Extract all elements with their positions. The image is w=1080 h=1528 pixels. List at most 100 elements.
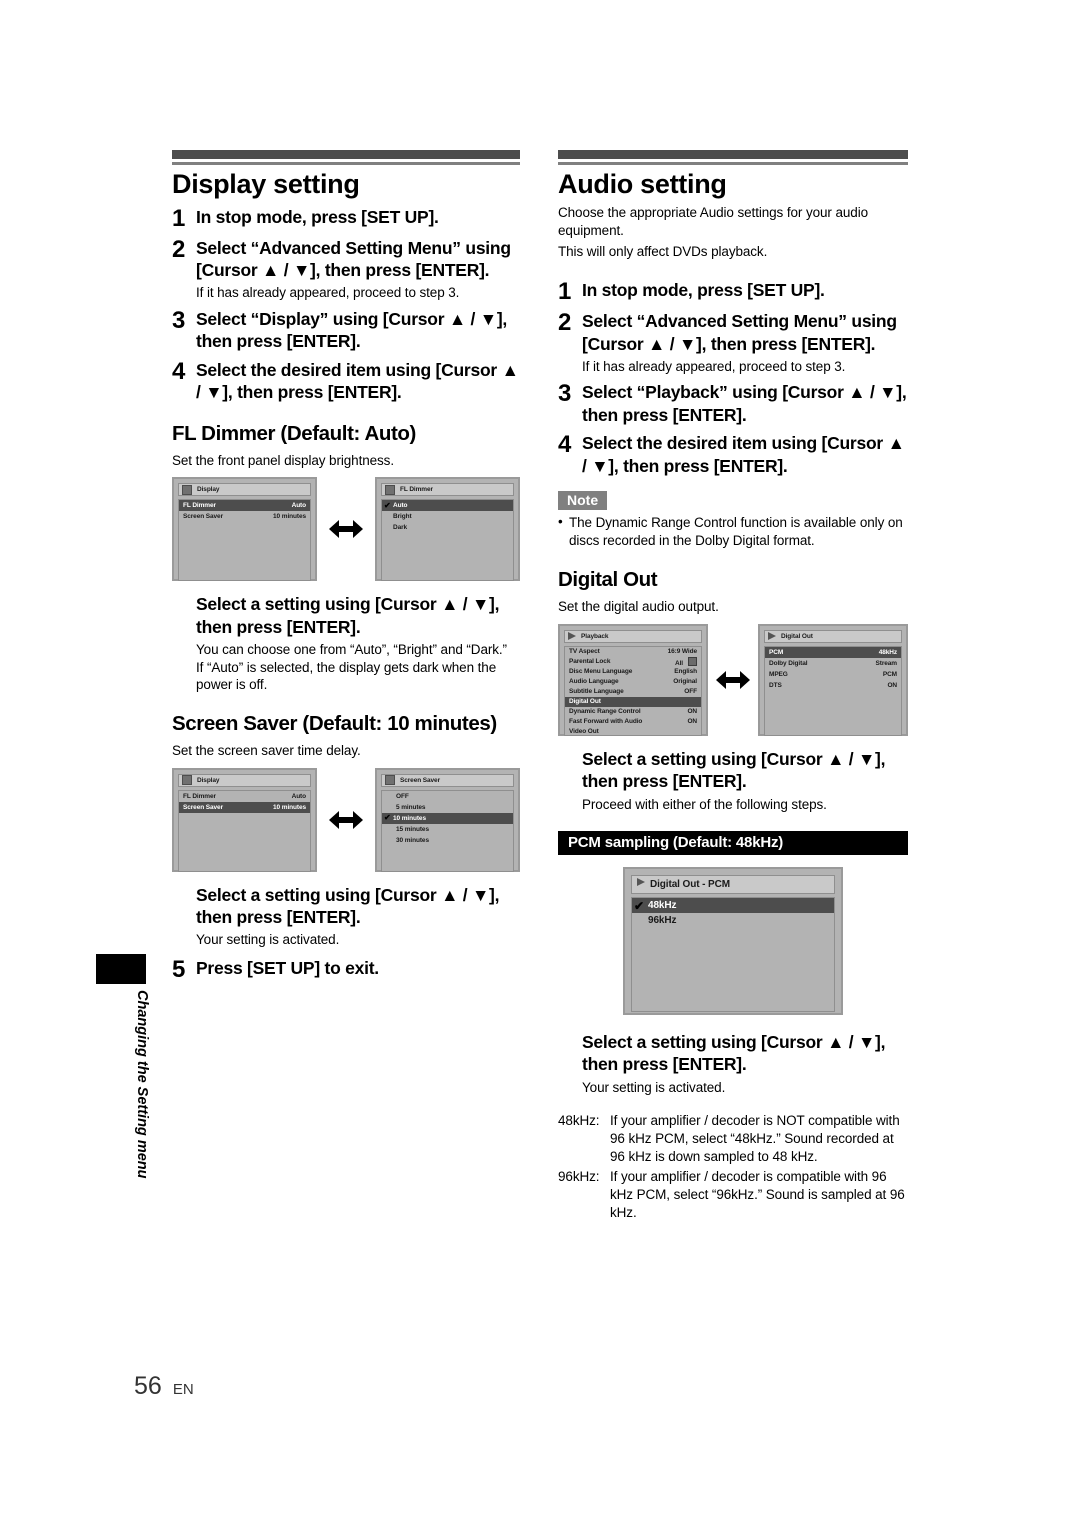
osd-body: ✔ 48kHz ✔ 96kHz: [631, 897, 835, 1013]
audio-step-3-number: 3: [558, 380, 572, 408]
osd-row[interactable]: Digital Out: [565, 696, 701, 707]
fl-dimmer-instruction: Select a setting using [Cursor ▲ / ▼], t…: [196, 594, 500, 637]
osd-title-label: Display: [197, 776, 220, 784]
fl-dimmer-description: Set the front panel display brightness.: [172, 452, 394, 468]
fl-dimmer-screens: Display FL Dimmer Auto Screen Saver 10 m…: [172, 477, 520, 582]
display-step-2-number: 2: [172, 235, 186, 263]
osd-title-label: FL Dimmer: [400, 486, 433, 494]
osd-row[interactable]: MPEG PCM: [765, 669, 901, 680]
osd-option[interactable]: ✔ Auto: [382, 500, 513, 512]
fl-dimmer-instruction-block: Select a setting using [Cursor ▲ / ▼], t…: [196, 593, 520, 693]
pcm-instruction-block: Select a setting using [Cursor ▲ / ▼], t…: [582, 1031, 908, 1096]
osd-option-label: Bright: [393, 513, 412, 521]
audio-step-4-number: 4: [558, 431, 572, 459]
fl-dimmer-heading: FL Dimmer (Default: Auto): [172, 421, 416, 445]
osd-row[interactable]: Disc Menu Language English: [565, 667, 701, 677]
audio-step-3: 3 Select “Playback” using [Cursor ▲ / ▼]…: [558, 381, 908, 426]
osd-row[interactable]: Dolby Digital Stream: [765, 658, 901, 669]
osd-option[interactable]: ✔ Dark: [382, 522, 513, 533]
display-step-4: 4 Select the desired item using [Cursor …: [172, 359, 520, 404]
osd-body: FL Dimmer Auto Screen Saver 10 minutes: [178, 499, 311, 582]
osd-row-label: PCM: [769, 648, 784, 656]
osd-title-bar: Screen Saver: [381, 773, 514, 787]
osd-row[interactable]: DTS ON: [765, 680, 901, 691]
osd-row[interactable]: Subtitle Language OFF: [565, 687, 701, 697]
osd-row[interactable]: PCM 48kHz: [765, 646, 901, 658]
display-step-2: 2 Select “Advanced Setting Menu” using […: [172, 237, 520, 302]
osd-row-value: Stream: [875, 659, 898, 667]
osd-option-label: 96kHz: [648, 915, 677, 927]
audio-intro-line-2: This will only affect DVDs playback.: [558, 244, 768, 260]
osd-row-value: ON: [687, 708, 697, 716]
osd-option-label: 48kHz: [648, 900, 677, 912]
display-step-5-text: Press [SET UP] to exit.: [196, 957, 379, 978]
audio-step-2-text: Select “Advanced Setting Menu” using [Cu…: [582, 311, 897, 354]
play-icon: [568, 631, 576, 641]
digital-out-instruction-block: Select a setting using [Cursor ▲ / ▼], t…: [582, 748, 908, 813]
osd-row-label: Digital Out: [569, 698, 601, 706]
osd-body: TV Aspect 16:9 Wide Parental Lock All Di…: [564, 645, 702, 737]
audio-step-1: 1 In stop mode, press [SET UP].: [558, 279, 908, 304]
osd-row-label: Dynamic Range Control: [569, 708, 641, 716]
checkmark-icon: ✔: [384, 500, 391, 510]
osd-row[interactable]: Screen Saver 10 minutes: [179, 801, 310, 813]
osd-option[interactable]: ✔ 5 minutes: [382, 802, 513, 813]
double-arrow-icon: [329, 520, 363, 539]
note-item: The Dynamic Range Control function is av…: [558, 513, 908, 550]
display-step-5-number: 5: [172, 955, 186, 983]
osd-row[interactable]: Screen Saver 10 minutes: [179, 511, 310, 522]
khz-key-48: 48kHz:: [558, 1113, 600, 1129]
osd-option-label: 15 minutes: [396, 825, 429, 833]
osd-row-label: TV Aspect: [569, 648, 600, 656]
osd-row[interactable]: FL Dimmer Auto: [179, 791, 310, 802]
osd-row-value: English: [674, 668, 697, 676]
khz-key-96: 96kHz:: [558, 1169, 600, 1185]
pcm-screen-wrapper: Digital Out - PCM ✔ 48kHz ✔ 96kHz: [558, 867, 908, 1016]
osd-option[interactable]: ✔ 10 minutes: [382, 812, 513, 824]
digital-out-heading: Digital Out: [558, 567, 658, 591]
right-column: Audio setting Choose the appropriate Aud…: [558, 150, 908, 1222]
osd-option[interactable]: ✔ 30 minutes: [382, 835, 513, 846]
osd-row-label: FL Dimmer: [183, 502, 216, 510]
display-step-3-number: 3: [172, 307, 186, 335]
fl-dimmer-note-2: If “Auto” is selected, the display gets …: [196, 659, 497, 693]
display-setting-title: Display setting: [172, 169, 360, 199]
osd-row[interactable]: Parental Lock All: [565, 656, 701, 667]
checkmark-icon: ✔: [634, 898, 644, 913]
digital-out-screens: Playback TV Aspect 16:9 Wide Parental Lo…: [558, 623, 908, 737]
osd-row[interactable]: Dynamic Range Control ON: [565, 707, 701, 717]
pcm-instruction: Select a setting using [Cursor ▲ / ▼], t…: [582, 1032, 886, 1075]
osd-option-label: 10 minutes: [393, 814, 426, 822]
lock-icon: [688, 656, 697, 666]
khz-desc-96: If your amplifier / decoder is compatibl…: [610, 1169, 905, 1221]
menu-icon: [182, 775, 192, 786]
osd-row[interactable]: Fast Forward with Audio ON: [565, 717, 701, 727]
digital-out-description: Set the digital audio output.: [558, 598, 719, 614]
osd-option-label: 30 minutes: [396, 836, 429, 844]
osd-row[interactable]: FL Dimmer Auto: [179, 500, 310, 512]
osd-option[interactable]: ✔ 96kHz: [632, 913, 834, 928]
audio-step-2-subtext: If it has already appeared, proceed to s…: [582, 358, 846, 374]
page-language-code: EN: [172, 1381, 194, 1398]
osd-option[interactable]: ✔ OFF: [382, 791, 513, 802]
osd-body: ✔ OFF ✔ 5 minutes ✔ 10 minutes ✔ 15 minu…: [381, 789, 514, 872]
osd-option[interactable]: ✔ 48kHz: [632, 898, 834, 914]
page-footer: 56 EN: [134, 1372, 194, 1401]
screen-saver-instruction: Select a setting using [Cursor ▲ / ▼], t…: [196, 884, 500, 928]
osd-row[interactable]: Audio Language Original: [565, 677, 701, 687]
osd-screen-saver-options: Screen Saver ✔ OFF ✔ 5 minutes ✔ 10 minu…: [375, 767, 520, 872]
fl-dimmer-note-1: You can choose one from “Auto”, “Bright”…: [196, 642, 507, 658]
osd-title-bar: Digital Out - PCM: [631, 875, 835, 895]
left-column: Display setting 1 In stop mode, press [S…: [172, 150, 520, 982]
osd-row[interactable]: TV Aspect 16:9 Wide: [565, 647, 701, 657]
osd-title-label: Screen Saver: [400, 776, 440, 784]
osd-option[interactable]: ✔ 15 minutes: [382, 824, 513, 835]
audio-step-1-text: In stop mode, press [SET UP].: [582, 280, 825, 301]
osd-option[interactable]: ✔ Bright: [382, 511, 513, 522]
osd-row-value: OFF: [684, 688, 697, 696]
osd-row[interactable]: Video Out: [565, 727, 701, 737]
khz-definitions: 48kHz: If your amplifier / decoder is NO…: [558, 1112, 908, 1222]
menu-icon: [385, 484, 395, 495]
osd-display-menu-ss: Display FL Dimmer Auto Screen Saver 10 m…: [172, 767, 317, 872]
display-step-1: 1 In stop mode, press [SET UP].: [172, 206, 520, 231]
